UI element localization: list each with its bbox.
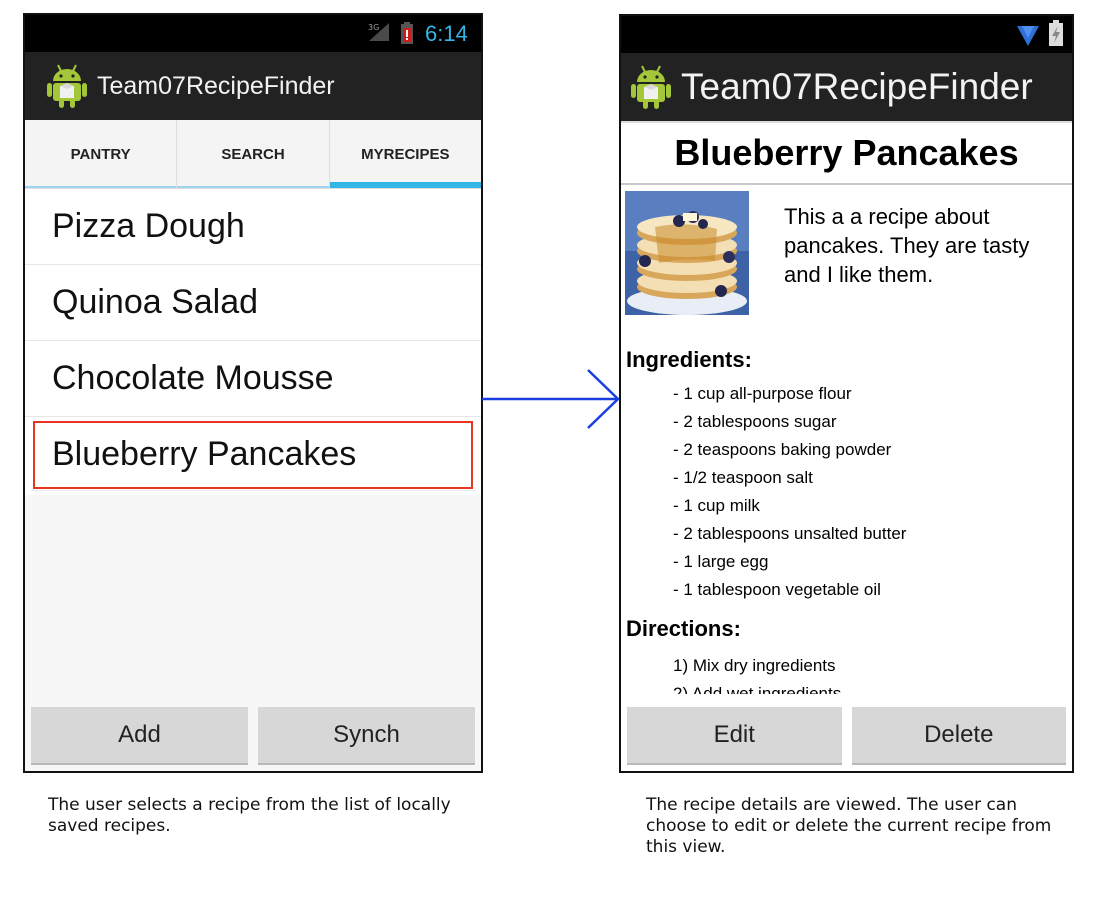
android-logo-icon: [631, 64, 671, 110]
list-item[interactable]: Quinoa Salad: [25, 265, 481, 341]
recipe-detail-screen: Team07RecipeFinder Blueberry Pancakes Th…: [619, 14, 1074, 773]
tab-search[interactable]: SEARCH: [177, 120, 330, 188]
wifi-icon: [1017, 24, 1039, 46]
action-bar: Team07RecipeFinder: [25, 52, 481, 120]
app-title: Team07RecipeFinder: [681, 66, 1033, 107]
direction-step: 1) Mix dry ingredients: [673, 656, 836, 675]
recipe-title: Blueberry Pancakes: [621, 121, 1072, 185]
android-logo-icon: [47, 63, 87, 109]
recipe-list-screen: 3G 6:14 Team07RecipeFinder PANTRY SEARCH…: [23, 13, 483, 773]
delete-button[interactable]: Delete: [851, 707, 1066, 765]
recipe-list: Pizza Dough Quinoa Salad Chocolate Mouss…: [25, 189, 481, 491]
svg-text:3G: 3G: [368, 23, 379, 32]
ingredients-heading: Ingredients:: [626, 347, 752, 372]
recipe-description: This a a recipe about pancakes. They are…: [784, 204, 1030, 287]
action-bar: Team07RecipeFinder: [621, 53, 1072, 121]
edit-button[interactable]: Edit: [627, 707, 842, 765]
directions-heading: Directions:: [626, 616, 741, 641]
ingredient-item: - 1 large egg: [673, 552, 769, 571]
tab-label: MYRECIPES: [361, 145, 450, 163]
add-button[interactable]: Add: [31, 707, 248, 765]
tab-indicator: [25, 186, 177, 188]
tab-label: PANTRY: [70, 145, 131, 163]
button-row: Add Synch: [25, 705, 481, 771]
ingredient-item: - 2 tablespoons sugar: [673, 412, 837, 431]
list-item[interactable]: Pizza Dough: [25, 189, 481, 265]
status-bar: 3G 6:14: [25, 15, 481, 52]
recipe-image: [625, 191, 749, 315]
tab-label: SEARCH: [221, 145, 285, 163]
signal-3g-icon: 3G: [367, 21, 391, 43]
synch-button[interactable]: Synch: [258, 707, 475, 765]
caption-right: The recipe details are viewed. The user …: [646, 795, 1052, 857]
ingredient-item: - 2 teaspoons baking powder: [673, 440, 892, 459]
tab-pantry[interactable]: PANTRY: [25, 120, 178, 188]
tab-indicator-selected: [329, 182, 481, 188]
tab-myrecipes[interactable]: MYRECIPES: [329, 120, 481, 188]
battery-charging-icon: [1049, 20, 1063, 46]
button-row: Edit Delete: [621, 705, 1072, 771]
status-time: 6:14: [425, 21, 468, 46]
ingredient-item: - 1 cup all-purpose flour: [673, 384, 852, 403]
tab-bar: PANTRY SEARCH MYRECIPES: [25, 120, 481, 189]
battery-alert-icon: [401, 22, 413, 44]
arrow-right-icon: [482, 369, 620, 429]
caption-left: The user selects a recipe from the list …: [48, 795, 451, 836]
app-title: Team07RecipeFinder: [97, 71, 335, 100]
direction-step: 2) Add wet ingredients: [673, 684, 842, 694]
ingredient-item: - 1 tablespoon vegetable oil: [673, 580, 881, 599]
list-item-selected[interactable]: Blueberry Pancakes: [31, 419, 475, 491]
ingredient-item: - 1 cup milk: [673, 496, 760, 515]
ingredient-item: - 1/2 teaspoon salt: [673, 468, 813, 487]
status-bar: [621, 16, 1072, 53]
ingredients-list: - 1 cup all-purpose flour - 2 tablespoon…: [673, 380, 906, 604]
list-item[interactable]: Chocolate Mousse: [25, 341, 481, 417]
tab-indicator: [177, 186, 329, 188]
directions-list[interactable]: 1) Mix dry ingredients 2) Add wet ingred…: [673, 652, 841, 694]
ingredient-item: - 2 tablespoons unsalted butter: [673, 524, 907, 543]
